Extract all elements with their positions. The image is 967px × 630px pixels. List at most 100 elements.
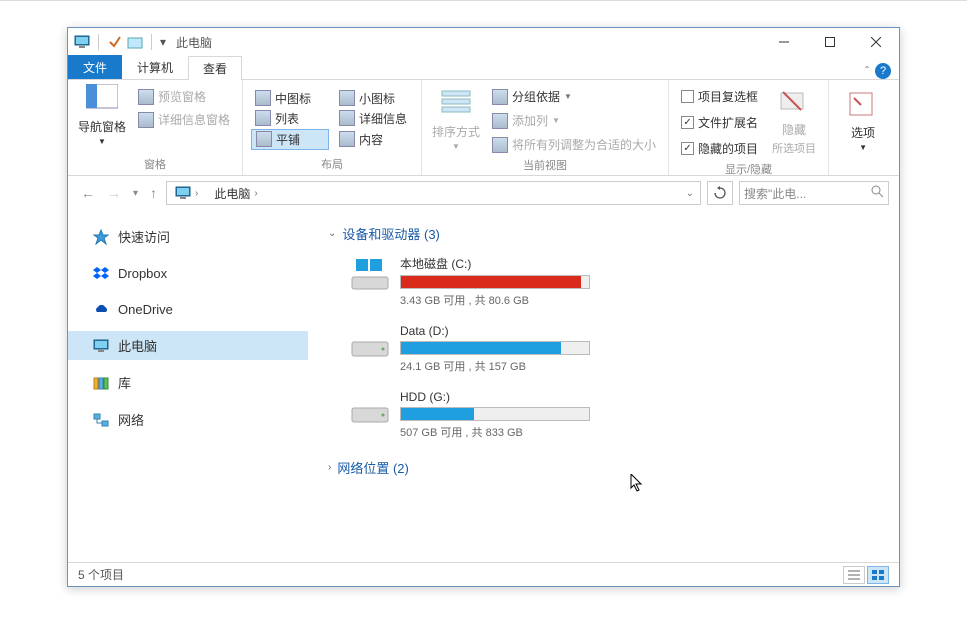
- drive-icon: [350, 390, 390, 430]
- nav-pane-button[interactable]: 导航窗格 ▼: [76, 84, 128, 146]
- view-details-button[interactable]: [843, 566, 865, 584]
- small-icons-icon: [339, 90, 355, 106]
- chevron-down-icon: ⌄: [328, 228, 336, 239]
- drive-space-bar: [400, 407, 590, 421]
- group-header-devices[interactable]: ⌄ 设备和驱动器 (3): [328, 220, 879, 247]
- maximize-button[interactable]: [807, 28, 853, 56]
- size-columns-button[interactable]: 将所有列调整为合适的大小: [488, 134, 660, 155]
- address-bar[interactable]: › 此电脑 › ⌄: [166, 181, 701, 205]
- options-button[interactable]: 选项 ▼: [837, 84, 889, 158]
- network-icon: [92, 411, 110, 429]
- library-icon: [92, 374, 110, 392]
- drive-icon: [350, 324, 390, 364]
- sidebar: 快速访问 Dropbox OneDrive 此电脑库网络: [68, 210, 308, 562]
- sidebar-item-label: 库: [118, 373, 131, 392]
- help-icon[interactable]: ?: [875, 63, 891, 79]
- search-icon: [871, 185, 884, 201]
- nav-back-button[interactable]: ←: [78, 185, 98, 201]
- status-bar: 5 个项目: [68, 562, 899, 586]
- drive-icon: [350, 255, 390, 295]
- nav-forward-button[interactable]: →: [104, 185, 124, 201]
- group-by-button[interactable]: 分组依据 ▼: [488, 86, 660, 107]
- search-placeholder: 搜索"此电...: [744, 185, 806, 202]
- checkbox-checked-icon: ✓: [681, 116, 694, 129]
- details-pane-button[interactable]: 详细信息窗格: [134, 109, 234, 130]
- layout-small-icons[interactable]: 小图标: [335, 89, 413, 108]
- sidebar-item-dropbox[interactable]: Dropbox: [68, 259, 308, 287]
- minimize-button[interactable]: [761, 28, 807, 56]
- computer-icon: [74, 34, 90, 50]
- tiles-icon: [256, 131, 272, 147]
- checkbox-checked-icon: ✓: [681, 142, 694, 155]
- drive-item[interactable]: Data (D:) 24.1 GB 可用 , 共 157 GB: [350, 324, 598, 374]
- group-label-layout: 布局: [251, 154, 413, 175]
- drive-item[interactable]: 本地磁盘 (C:) 3.43 GB 可用 , 共 80.6 GB: [350, 255, 598, 308]
- qat-new-folder-icon[interactable]: [127, 34, 143, 50]
- status-item-count: 5 个项目: [78, 566, 124, 583]
- sidebar-item-label: 快速访问: [118, 227, 170, 246]
- sidebar-item-label: OneDrive: [118, 302, 173, 317]
- main-pane: ⌄ 设备和驱动器 (3) 本地磁盘 (C:) 3.43 GB 可用 , 共 80.…: [308, 210, 899, 562]
- ribbon: 导航窗格 ▼ 预览窗格 详细信息窗格 窗格: [68, 80, 899, 176]
- refresh-button[interactable]: [707, 181, 733, 205]
- layout-content[interactable]: 内容: [335, 129, 413, 150]
- tab-view[interactable]: 查看: [188, 56, 242, 80]
- add-columns-button[interactable]: 添加列 ▼: [488, 110, 660, 131]
- drive-status-text: 507 GB 可用 , 共 833 GB: [400, 424, 598, 440]
- computer-icon: [175, 185, 191, 201]
- collapse-ribbon-icon[interactable]: ˆ: [865, 64, 869, 78]
- search-input[interactable]: 搜索"此电...: [739, 181, 889, 205]
- qat-customize-dropdown[interactable]: ▾: [160, 35, 166, 49]
- tab-file[interactable]: 文件: [68, 55, 122, 79]
- layout-tiles[interactable]: 平铺: [251, 129, 329, 150]
- drive-space-bar: [400, 275, 590, 289]
- sidebar-item-library[interactable]: 库: [68, 368, 308, 397]
- nav-recent-dropdown[interactable]: ▾: [130, 188, 141, 199]
- nav-up-button[interactable]: ↑: [147, 185, 160, 201]
- qat-properties-icon[interactable]: [107, 34, 123, 50]
- hide-selected-button[interactable]: 隐藏 所选项目: [768, 84, 820, 159]
- drive-status-text: 24.1 GB 可用 , 共 157 GB: [400, 358, 598, 374]
- view-tiles-button[interactable]: [867, 566, 889, 584]
- nav-pane-label: 导航窗格: [78, 118, 126, 135]
- size-columns-icon: [492, 137, 508, 153]
- address-dropdown[interactable]: ⌄: [686, 188, 698, 199]
- medium-icons-icon: [255, 90, 271, 106]
- ribbon-tabs: 文件 计算机 查看 ˆ ?: [68, 56, 899, 80]
- drive-name: HDD (G:): [400, 390, 598, 404]
- sidebar-item-star[interactable]: 快速访问: [68, 222, 308, 251]
- content-icon: [339, 131, 355, 147]
- pc-icon: [92, 337, 110, 355]
- chevron-right-icon: ›: [328, 462, 331, 473]
- add-columns-icon: [492, 113, 508, 129]
- drive-item[interactable]: HDD (G:) 507 GB 可用 , 共 833 GB: [350, 390, 598, 440]
- drive-name: 本地磁盘 (C:): [400, 255, 598, 272]
- sidebar-item-label: Dropbox: [118, 266, 167, 281]
- item-checkboxes-toggle[interactable]: 项目复选框: [677, 86, 762, 107]
- sidebar-item-label: 此电脑: [118, 336, 157, 355]
- file-ext-toggle[interactable]: ✓ 文件扩展名: [677, 112, 762, 133]
- preview-pane-button[interactable]: 预览窗格: [134, 86, 234, 107]
- layout-details[interactable]: 详细信息: [335, 109, 413, 128]
- sidebar-item-onedrive[interactable]: OneDrive: [68, 295, 308, 323]
- onedrive-icon: [92, 300, 110, 318]
- details-icon: [339, 110, 355, 126]
- layout-medium-icons[interactable]: 中图标: [251, 89, 329, 108]
- group-header-network[interactable]: › 网络位置 (2): [328, 454, 879, 481]
- close-button[interactable]: [853, 28, 899, 56]
- address-segment[interactable]: 此电脑: [214, 185, 250, 202]
- drive-name: Data (D:): [400, 324, 598, 338]
- preview-pane-icon: [138, 89, 154, 105]
- drive-status-text: 3.43 GB 可用 , 共 80.6 GB: [400, 292, 598, 308]
- titlebar: ▾ 此电脑: [68, 28, 899, 56]
- window-title: 此电脑: [176, 34, 212, 51]
- sidebar-item-network[interactable]: 网络: [68, 405, 308, 434]
- layout-list[interactable]: 列表: [251, 109, 329, 128]
- hidden-items-toggle[interactable]: ✓ 隐藏的项目: [677, 138, 762, 159]
- details-pane-icon: [138, 112, 154, 128]
- sidebar-item-pc[interactable]: 此电脑: [68, 331, 308, 360]
- dropbox-icon: [92, 264, 110, 282]
- checkbox-empty-icon: [681, 90, 694, 103]
- tab-computer[interactable]: 计算机: [122, 55, 188, 79]
- sort-by-button[interactable]: 排序方式 ▼: [430, 84, 482, 155]
